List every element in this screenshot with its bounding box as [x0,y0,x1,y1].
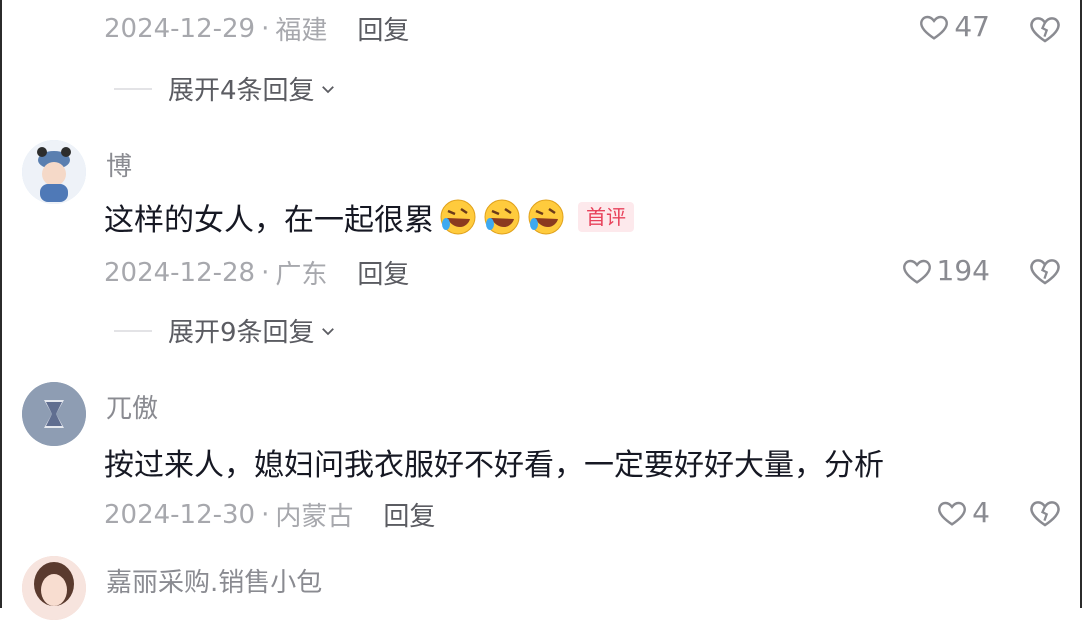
expand-divider [114,329,152,332]
reply-button[interactable]: 回复 [383,496,435,533]
comment-meta: 2024-12-29 · 福建 回复 [104,10,409,47]
like-count: 194 [936,254,990,287]
chevron-down-icon [321,327,334,335]
avatar[interactable] [22,382,86,446]
heart-outline-icon [920,15,949,40]
heart-outline-icon [902,259,931,284]
comment-text: 这样的女人，在一起很累 [104,203,434,238]
like-count: 4 [972,496,990,529]
rofl-emoji-icon [440,199,476,235]
reply-button[interactable]: 回复 [357,10,409,47]
avatar-image [22,556,86,620]
avatar-image [22,140,86,204]
rofl-emoji-icon [528,199,564,235]
expand-replies-button[interactable]: 展开4条回复 [114,70,337,107]
broken-heart-icon[interactable] [1028,496,1062,530]
avatar[interactable] [22,140,86,204]
comment-text: 按过来人，媳妇问我衣服好不好看，一定要好好大量，分析 [104,448,884,483]
expand-replies-label: 展开4条回复 [168,76,315,106]
expand-divider [114,87,152,90]
heart-outline-icon [938,501,967,526]
expand-replies-button[interactable]: 展开9条回复 [114,312,337,349]
comment-content: 按过来人，媳妇问我衣服好不好看，一定要好好大量，分析 [104,440,884,484]
comment-meta: 2024-12-28 · 广东 回复 [104,254,409,291]
broken-heart-icon[interactable] [1028,12,1062,46]
window-border-left [0,0,2,608]
like-button[interactable]: 47 [918,10,990,43]
comment-username[interactable]: 博 [106,146,132,183]
broken-heart-icon[interactable] [1028,254,1062,288]
reply-button[interactable]: 回复 [357,254,409,291]
comment-date: 2024-12-30 [104,499,256,530]
comment-date: 2024-12-28 [104,257,256,288]
first-comment-badge: 首评 [578,202,634,232]
comment-content: 这样的女人，在一起很累 首评 [104,195,634,239]
like-button[interactable]: 194 [901,254,990,287]
avatar-image [22,382,86,446]
chevron-down-icon [321,85,334,93]
avatar[interactable] [22,556,86,620]
like-count: 47 [954,10,990,43]
meta-separator: · [261,257,270,288]
comment-date: 2024-12-29 [104,13,256,44]
comment-meta: 2024-12-30 · 内蒙古 回复 [104,496,435,533]
comment-location: 内蒙古 [275,502,354,532]
comment-location: 福建 [275,16,328,46]
expand-replies-label: 展开9条回复 [168,318,315,348]
rofl-emoji-icon [484,199,520,235]
comment-username[interactable]: 兀傲 [106,388,158,425]
like-button[interactable]: 4 [936,496,990,529]
comment-location: 广东 [275,260,328,290]
comment-username[interactable]: 嘉丽采购.销售小包 [106,562,322,599]
meta-separator: · [261,499,270,530]
meta-separator: · [261,13,270,44]
